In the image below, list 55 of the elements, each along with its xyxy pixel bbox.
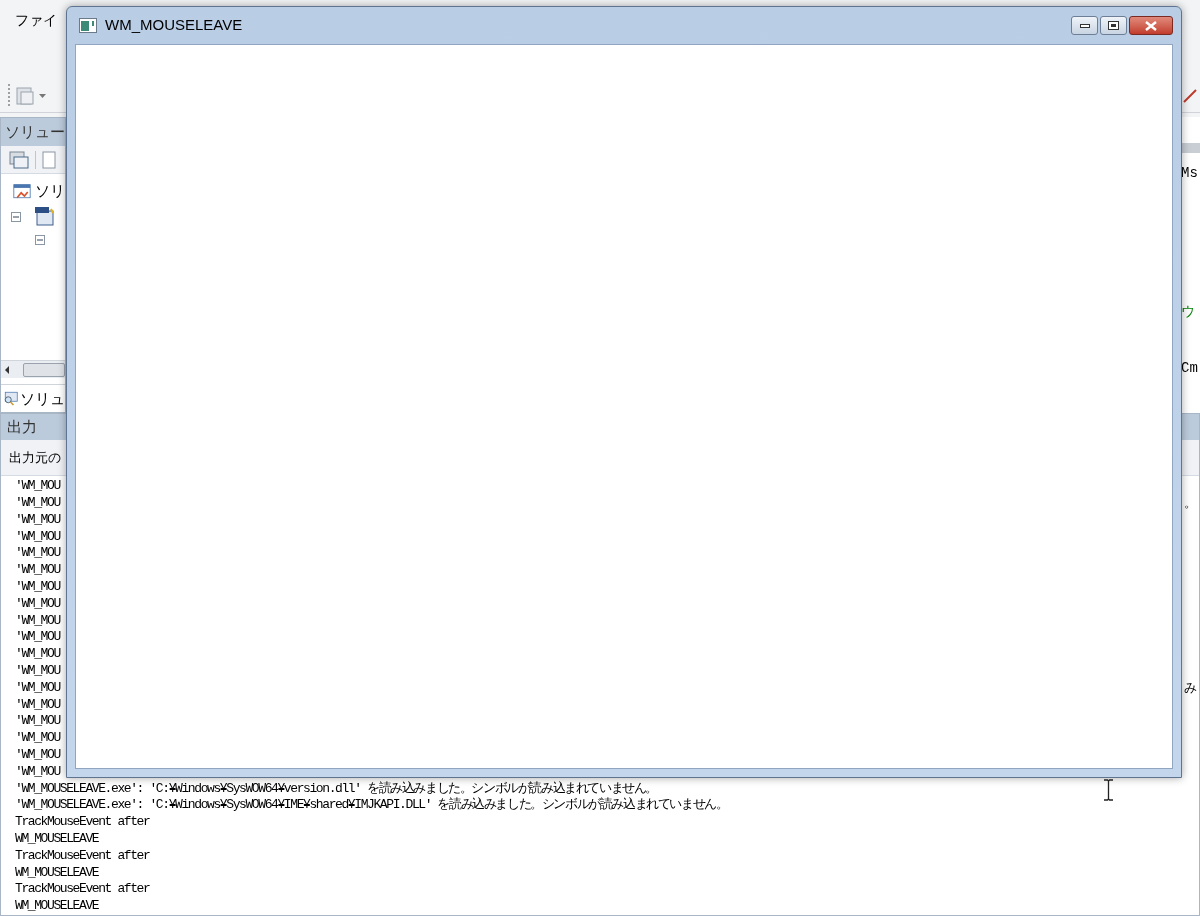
app-icon: [79, 18, 97, 33]
panel-tab[interactable]: ソリュ: [20, 387, 65, 411]
output-line: 'WM_MOUSELEAVE.exe': 'C:¥Windows¥SysWOW64¥version.dll' を読み込みました。シンボルが読み込まれていません。: [15, 780, 658, 797]
project-icon: [35, 206, 57, 227]
tree-item[interactable]: ソリ: [35, 180, 65, 203]
output-line: 'WM_MOU: [15, 696, 60, 714]
output-line: WM_MOUSELEAVE: [15, 864, 99, 882]
search-icon[interactable]: [3, 389, 18, 408]
scrollbar-thumb[interactable]: [23, 362, 65, 377]
output-line: 'WM_MOU: [15, 663, 60, 680]
output-line: 'WM_MOU: [15, 629, 60, 647]
output-source-label: 出力元の: [9, 449, 61, 468]
output-line: 'WM_MOU: [15, 679, 60, 697]
output-line: 'WM_MOU: [15, 545, 60, 563]
minimize-button[interactable]: [1071, 16, 1098, 35]
menu-item[interactable]: ファイ: [15, 10, 57, 31]
minimize-icon: [1079, 23, 1090, 28]
output-line: TrackMouseEvent after: [15, 881, 150, 899]
output-line: 'WM_MOU: [15, 763, 60, 781]
output-line: 'WM_MOU: [15, 528, 60, 546]
output-line: 'WM_MOU: [15, 612, 60, 630]
output-line: 'WM_MOU: [15, 579, 60, 596]
tab-strip: [1181, 143, 1200, 154]
collapse-icon[interactable]: [11, 211, 21, 222]
output-line: 'WM_MOU: [15, 595, 60, 613]
code-text: Cm: [1181, 359, 1199, 379]
output-line: 'WM_MOU: [15, 562, 60, 580]
output-line: 'WM_MOU: [15, 747, 60, 764]
output-line: 。: [1184, 495, 1197, 512]
maximize-icon: [1108, 21, 1119, 30]
output-line: 'WM_MOU: [15, 646, 60, 664]
maximize-button[interactable]: [1100, 16, 1127, 35]
output-line: TrackMouseEvent after: [15, 847, 150, 865]
window-title: WM_MOUSELEAVE: [105, 15, 243, 36]
tool-icon[interactable]: [1182, 87, 1198, 104]
caret-icon[interactable]: [39, 93, 46, 98]
output-line: 'WM_MOU: [15, 511, 60, 529]
code-text: ウ: [1181, 303, 1196, 323]
output-line: 'WM_MOU: [15, 713, 60, 731]
text-cursor-icon: [1103, 779, 1114, 801]
code-text: Ms: [1181, 164, 1199, 184]
collapse-icon[interactable]: [35, 234, 45, 245]
output-line: み: [1184, 679, 1197, 697]
output-line: 'WM_MOU: [15, 495, 60, 512]
output-line: TrackMouseEvent after: [15, 814, 150, 832]
panel-header: ソリュー: [1, 118, 65, 147]
output-line: 'WM_MOU: [15, 478, 60, 496]
properties-icon[interactable]: [9, 150, 29, 169]
toolbar-grip-icon: [8, 83, 11, 108]
output-line: 'WM_MOU: [15, 730, 60, 748]
output-line: WM_MOUSELEAVE: [15, 831, 99, 848]
close-icon: [1145, 20, 1157, 31]
close-button[interactable]: [1129, 16, 1173, 35]
output-line: WM_MOUSELEAVE: [15, 898, 99, 915]
output-line: 'WM_MOUSELEAVE.exe': 'C:¥Windows¥SysWOW64¥IME¥shared¥IMJKAPI.DLL' を読み込みました。シンボルが読み込まれていません。: [15, 797, 728, 815]
